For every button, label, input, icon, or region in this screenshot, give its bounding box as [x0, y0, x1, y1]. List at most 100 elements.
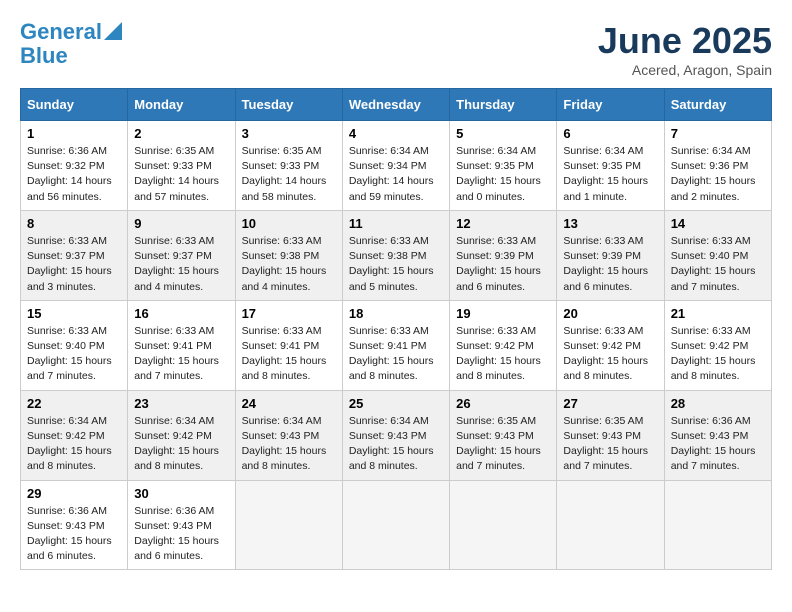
location-subtitle: Acered, Aragon, Spain — [598, 62, 772, 78]
calendar-cell: 9 Sunrise: 6:33 AMSunset: 9:37 PMDaylight… — [128, 210, 235, 300]
header-day-monday: Monday — [128, 89, 235, 121]
day-info: Sunrise: 6:33 AMSunset: 9:40 PMDaylight:… — [671, 234, 765, 295]
calendar-cell: 12 Sunrise: 6:33 AMSunset: 9:39 PMDayligh… — [450, 210, 557, 300]
calendar-cell — [235, 480, 342, 570]
header-day-friday: Friday — [557, 89, 664, 121]
day-number: 29 — [27, 486, 121, 501]
day-number: 7 — [671, 126, 765, 141]
day-info: Sunrise: 6:34 AMSunset: 9:43 PMDaylight:… — [349, 414, 443, 475]
calendar-cell: 16 Sunrise: 6:33 AMSunset: 9:41 PMDayligh… — [128, 300, 235, 390]
calendar-week-1: 1Sunrise: 6:36 AMSunset: 9:32 PMDaylight… — [21, 121, 772, 211]
day-info: Sunrise: 6:34 AMSunset: 9:35 PMDaylight:… — [563, 144, 657, 205]
calendar-cell: 11Sunrise: 6:33 AMSunset: 9:38 PMDayligh… — [342, 210, 449, 300]
day-number: 23 — [134, 396, 228, 411]
day-number: 28 — [671, 396, 765, 411]
calendar-cell: 7Sunrise: 6:34 AMSunset: 9:36 PMDaylight… — [664, 121, 771, 211]
calendar-week-3: 15 Sunrise: 6:33 AMSunset: 9:40 PMDayligh… — [21, 300, 772, 390]
day-info: Sunrise: 6:35 AMSunset: 9:43 PMDaylight:… — [456, 414, 550, 475]
calendar-cell: 21 Sunrise: 6:33 AMSunset: 9:42 PMDayligh… — [664, 300, 771, 390]
calendar-cell: 4Sunrise: 6:34 AMSunset: 9:34 PMDaylight… — [342, 121, 449, 211]
day-number: 17 — [242, 306, 336, 321]
calendar-cell: 1Sunrise: 6:36 AMSunset: 9:32 PMDaylight… — [21, 121, 128, 211]
calendar-cell: 29 Sunrise: 6:36 AMSunset: 9:43 PMDayligh… — [21, 480, 128, 570]
day-number: 18 — [349, 306, 443, 321]
header-day-thursday: Thursday — [450, 89, 557, 121]
header-day-tuesday: Tuesday — [235, 89, 342, 121]
day-info: Sunrise: 6:33 AMSunset: 9:40 PMDaylight:… — [27, 324, 121, 385]
day-info: Sunrise: 6:33 AMSunset: 9:41 PMDaylight:… — [134, 324, 228, 385]
day-number: 24 — [242, 396, 336, 411]
title-block: June 2025 Acered, Aragon, Spain — [598, 20, 772, 78]
day-info: Sunrise: 6:34 AMSunset: 9:43 PMDaylight:… — [242, 414, 336, 475]
day-number: 15 — [27, 306, 121, 321]
day-number: 8 — [27, 216, 121, 231]
day-info: Sunrise: 6:36 AMSunset: 9:43 PMDaylight:… — [671, 414, 765, 475]
calendar-cell: 20 Sunrise: 6:33 AMSunset: 9:42 PMDayligh… — [557, 300, 664, 390]
calendar-cell: 3Sunrise: 6:35 AMSunset: 9:33 PMDaylight… — [235, 121, 342, 211]
calendar-cell: 2Sunrise: 6:35 AMSunset: 9:33 PMDaylight… — [128, 121, 235, 211]
day-info: Sunrise: 6:34 AMSunset: 9:35 PMDaylight:… — [456, 144, 550, 205]
day-number: 14 — [671, 216, 765, 231]
day-number: 21 — [671, 306, 765, 321]
day-number: 3 — [242, 126, 336, 141]
day-number: 16 — [134, 306, 228, 321]
day-info: Sunrise: 6:36 AMSunset: 9:43 PMDaylight:… — [134, 504, 228, 565]
day-number: 2 — [134, 126, 228, 141]
day-number: 20 — [563, 306, 657, 321]
day-number: 25 — [349, 396, 443, 411]
day-info: Sunrise: 6:33 AMSunset: 9:42 PMDaylight:… — [671, 324, 765, 385]
calendar-week-5: 29 Sunrise: 6:36 AMSunset: 9:43 PMDayligh… — [21, 480, 772, 570]
calendar-cell: 10Sunrise: 6:33 AMSunset: 9:38 PMDayligh… — [235, 210, 342, 300]
calendar-cell: 25 Sunrise: 6:34 AMSunset: 9:43 PMDayligh… — [342, 390, 449, 480]
calendar-week-4: 22 Sunrise: 6:34 AMSunset: 9:42 PMDayligh… — [21, 390, 772, 480]
day-number: 26 — [456, 396, 550, 411]
logo-text-line2: Blue — [20, 44, 68, 68]
header-day-saturday: Saturday — [664, 89, 771, 121]
calendar-cell: 6 Sunrise: 6:34 AMSunset: 9:35 PMDaylight… — [557, 121, 664, 211]
calendar-cell — [557, 480, 664, 570]
day-info: Sunrise: 6:33 AMSunset: 9:39 PMDaylight:… — [456, 234, 550, 295]
day-number: 27 — [563, 396, 657, 411]
day-number: 12 — [456, 216, 550, 231]
calendar-cell: 30 Sunrise: 6:36 AMSunset: 9:43 PMDayligh… — [128, 480, 235, 570]
day-info: Sunrise: 6:33 AMSunset: 9:37 PMDaylight:… — [27, 234, 121, 295]
calendar-cell — [450, 480, 557, 570]
day-number: 19 — [456, 306, 550, 321]
header-day-wednesday: Wednesday — [342, 89, 449, 121]
day-info: Sunrise: 6:34 AMSunset: 9:42 PMDaylight:… — [27, 414, 121, 475]
day-info: Sunrise: 6:33 AMSunset: 9:39 PMDaylight:… — [563, 234, 657, 295]
day-info: Sunrise: 6:33 AMSunset: 9:42 PMDaylight:… — [563, 324, 657, 385]
day-info: Sunrise: 6:33 AMSunset: 9:38 PMDaylight:… — [242, 234, 336, 295]
calendar-cell: 13Sunrise: 6:33 AMSunset: 9:39 PMDayligh… — [557, 210, 664, 300]
day-info: Sunrise: 6:33 AMSunset: 9:41 PMDaylight:… — [349, 324, 443, 385]
calendar-cell: 17 Sunrise: 6:33 AMSunset: 9:41 PMDayligh… — [235, 300, 342, 390]
calendar-cell: 22 Sunrise: 6:34 AMSunset: 9:42 PMDayligh… — [21, 390, 128, 480]
calendar-cell: 8 Sunrise: 6:33 AMSunset: 9:37 PMDaylight… — [21, 210, 128, 300]
day-info: Sunrise: 6:33 AMSunset: 9:37 PMDaylight:… — [134, 234, 228, 295]
calendar-table: SundayMondayTuesdayWednesdayThursdayFrid… — [20, 88, 772, 570]
calendar-cell: 23Sunrise: 6:34 AMSunset: 9:42 PMDayligh… — [128, 390, 235, 480]
logo: General Blue — [20, 20, 122, 68]
day-info: Sunrise: 6:36 AMSunset: 9:43 PMDaylight:… — [27, 504, 121, 565]
calendar-cell — [664, 480, 771, 570]
day-number: 30 — [134, 486, 228, 501]
day-number: 11 — [349, 216, 443, 231]
month-title: June 2025 — [598, 20, 772, 62]
day-number: 6 — [563, 126, 657, 141]
day-info: Sunrise: 6:34 AMSunset: 9:34 PMDaylight:… — [349, 144, 443, 205]
calendar-cell: 14 Sunrise: 6:33 AMSunset: 9:40 PMDayligh… — [664, 210, 771, 300]
calendar-cell: 28 Sunrise: 6:36 AMSunset: 9:43 PMDayligh… — [664, 390, 771, 480]
calendar-cell: 27 Sunrise: 6:35 AMSunset: 9:43 PMDayligh… — [557, 390, 664, 480]
day-number: 22 — [27, 396, 121, 411]
header-row: SundayMondayTuesdayWednesdayThursdayFrid… — [21, 89, 772, 121]
calendar-cell: 5 Sunrise: 6:34 AMSunset: 9:35 PMDaylight… — [450, 121, 557, 211]
day-info: Sunrise: 6:35 AMSunset: 9:43 PMDaylight:… — [563, 414, 657, 475]
day-info: Sunrise: 6:33 AMSunset: 9:42 PMDaylight:… — [456, 324, 550, 385]
day-info: Sunrise: 6:33 AMSunset: 9:41 PMDaylight:… — [242, 324, 336, 385]
day-info: Sunrise: 6:36 AMSunset: 9:32 PMDaylight:… — [27, 144, 121, 205]
calendar-week-2: 8 Sunrise: 6:33 AMSunset: 9:37 PMDaylight… — [21, 210, 772, 300]
logo-icon — [104, 22, 122, 40]
calendar-cell: 15 Sunrise: 6:33 AMSunset: 9:40 PMDayligh… — [21, 300, 128, 390]
day-number: 9 — [134, 216, 228, 231]
day-number: 5 — [456, 126, 550, 141]
